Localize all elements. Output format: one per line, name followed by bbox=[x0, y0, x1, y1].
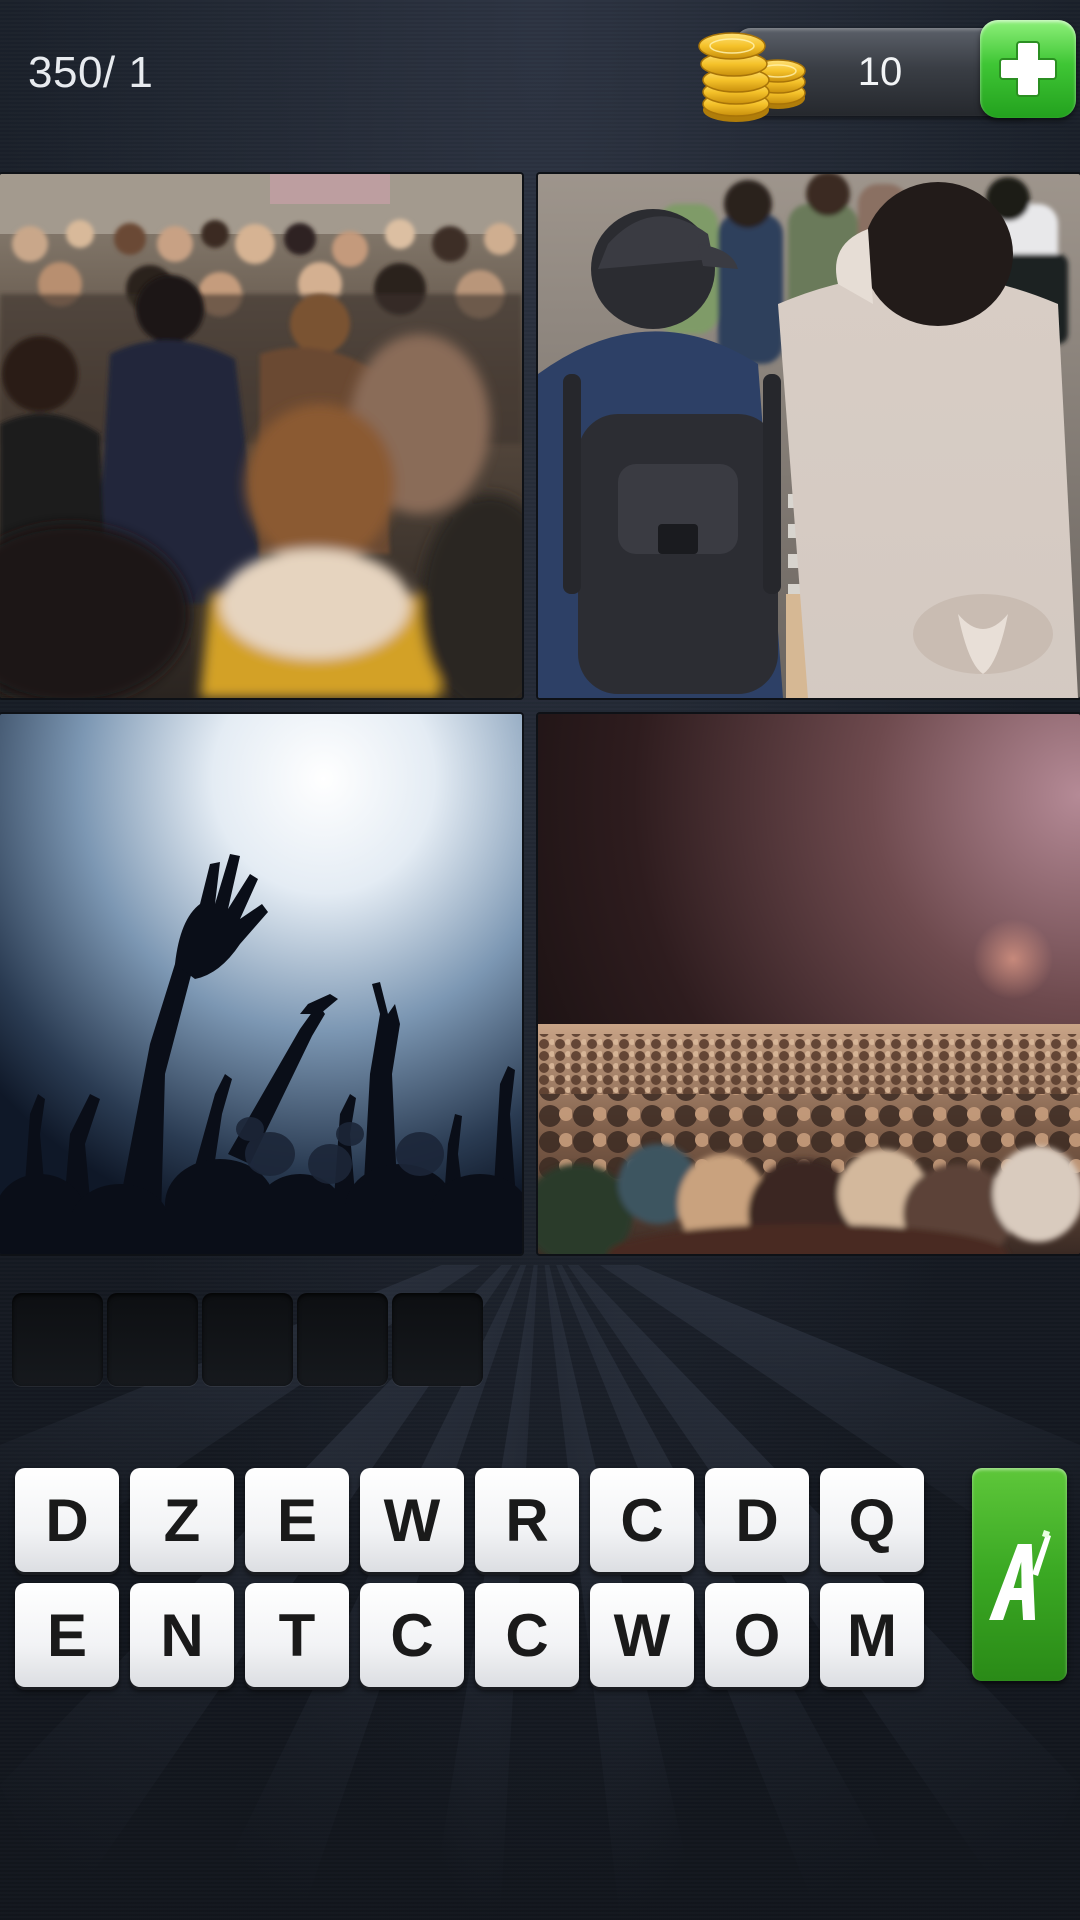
answer-slot-3[interactable] bbox=[202, 1293, 293, 1386]
letter-key[interactable]: W bbox=[360, 1468, 464, 1572]
letter-key[interactable]: N bbox=[130, 1583, 234, 1687]
magic-wand-icon bbox=[989, 1530, 1051, 1620]
letter-key[interactable]: C bbox=[360, 1583, 464, 1687]
photo-concert-hands-image bbox=[0, 714, 522, 1254]
letter-key[interactable]: C bbox=[475, 1583, 579, 1687]
photo-crowd-street-image bbox=[0, 174, 522, 698]
letter-key[interactable]: E bbox=[245, 1468, 349, 1572]
coin-count: 10 bbox=[857, 50, 903, 94]
puzzle-photo-concert-hands[interactable] bbox=[0, 714, 522, 1254]
letter-key[interactable]: E bbox=[15, 1583, 119, 1687]
letter-keyboard: D Z E W R C D Q E N T C C W O M bbox=[15, 1468, 927, 1698]
top-bar: 350/ 1 10 bbox=[0, 0, 1080, 160]
level-progress-label: 350/ 1 bbox=[28, 48, 154, 97]
letter-key[interactable]: Q bbox=[820, 1468, 924, 1572]
solve-hint-button[interactable] bbox=[972, 1468, 1067, 1681]
letter-key[interactable]: W bbox=[590, 1583, 694, 1687]
letter-key[interactable]: C bbox=[590, 1468, 694, 1572]
letter-key[interactable]: D bbox=[705, 1468, 809, 1572]
answer-slots bbox=[12, 1293, 483, 1386]
letter-key[interactable]: R bbox=[475, 1468, 579, 1572]
answer-slot-4[interactable] bbox=[297, 1293, 388, 1386]
game-screen: 350/ 1 10 D Z E W R C D Q E N T C C W O … bbox=[0, 0, 1080, 1920]
plus-icon bbox=[999, 41, 1057, 97]
answer-slot-2[interactable] bbox=[107, 1293, 198, 1386]
photo-audience-crowd-image bbox=[538, 714, 1080, 1254]
keyboard-row-1: D Z E W R C D Q bbox=[15, 1468, 927, 1572]
keyboard-row-2: E N T C C W O M bbox=[15, 1583, 927, 1687]
letter-key[interactable]: Z bbox=[130, 1468, 234, 1572]
letter-key[interactable]: D bbox=[15, 1468, 119, 1572]
letter-key[interactable]: O bbox=[705, 1583, 809, 1687]
answer-slot-5[interactable] bbox=[392, 1293, 483, 1386]
puzzle-photo-people-backpack[interactable] bbox=[538, 174, 1080, 698]
puzzle-photo-crowd-street[interactable] bbox=[0, 174, 522, 698]
puzzle-photo-audience-crowd[interactable] bbox=[538, 714, 1080, 1254]
photo-people-backpack-image bbox=[538, 174, 1080, 698]
letter-key[interactable]: T bbox=[245, 1583, 349, 1687]
add-coins-button[interactable] bbox=[980, 20, 1076, 118]
letter-key[interactable]: M bbox=[820, 1583, 924, 1687]
answer-slot-1[interactable] bbox=[12, 1293, 103, 1386]
coins-icon bbox=[698, 32, 806, 122]
